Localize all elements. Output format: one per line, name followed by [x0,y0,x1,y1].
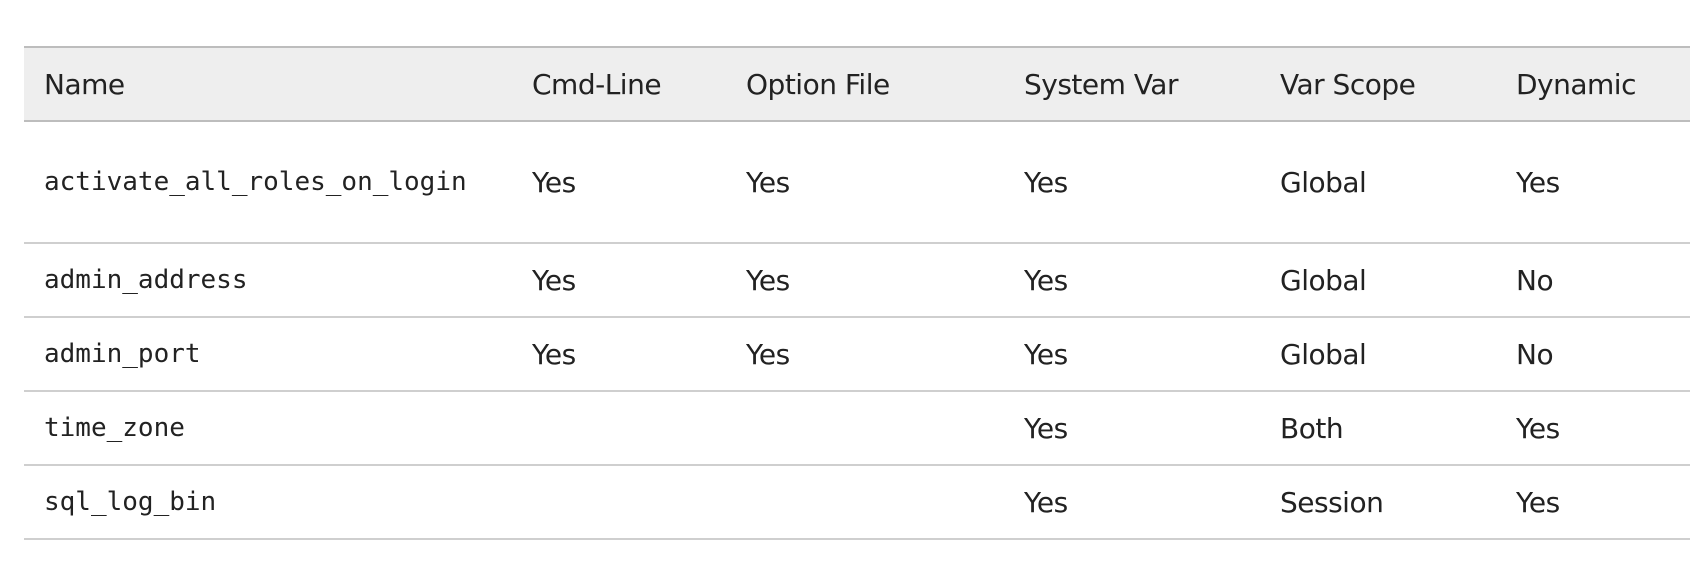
cell-option-file: Yes [746,165,790,199]
header-name: Name [44,67,125,101]
table-row: admin_port Yes Yes Yes Global No [24,317,1690,391]
cell-system-var: Yes [1024,485,1068,519]
cell-cmd-line: Yes [532,337,576,371]
table-row: admin_address Yes Yes Yes Global No [24,243,1690,317]
cell-cmd-line: Yes [532,263,576,297]
table-header: Name Cmd-Line Option File System Var Var… [24,47,1690,121]
cell-name: activate_all_roles_on_login [44,167,467,197]
cell-dynamic: Yes [1516,485,1560,519]
cell-option-file: Yes [746,337,790,371]
cell-option-file: Yes [746,263,790,297]
cell-var-scope: Global [1280,337,1367,371]
cell-cmd-line [512,391,726,465]
cell-dynamic: No [1516,263,1554,297]
cell-var-scope: Global [1280,263,1367,297]
cell-dynamic: Yes [1516,411,1560,445]
header-row: Name Cmd-Line Option File System Var Var… [24,47,1690,121]
cell-var-scope: Session [1280,485,1384,519]
table-row: sql_log_bin Yes Session Yes [24,465,1690,539]
header-option-file: Option File [746,67,890,101]
table-row: time_zone Yes Both Yes [24,391,1690,465]
cell-var-scope: Global [1280,165,1367,199]
cell-dynamic: Yes [1516,165,1560,199]
system-variables-table: Name Cmd-Line Option File System Var Var… [24,46,1690,540]
cell-system-var: Yes [1024,263,1068,297]
cell-name: admin_port [44,339,201,369]
cell-var-scope: Both [1280,411,1344,445]
cell-system-var: Yes [1024,411,1068,445]
cell-cmd-line [512,465,726,539]
cell-system-var: Yes [1024,337,1068,371]
cell-name: admin_address [44,265,248,295]
cell-option-file [726,391,1004,465]
cell-option-file [726,465,1004,539]
table-row: activate_all_roles_on_login Yes Yes Yes … [24,121,1690,243]
variables-table-container: Name Cmd-Line Option File System Var Var… [24,46,1690,540]
cell-system-var: Yes [1024,165,1068,199]
cell-cmd-line: Yes [532,165,576,199]
cell-name: sql_log_bin [44,487,217,517]
header-dynamic: Dynamic [1516,67,1636,101]
header-var-scope: Var Scope [1280,67,1416,101]
cell-name: time_zone [44,413,185,443]
table-body: activate_all_roles_on_login Yes Yes Yes … [24,121,1690,539]
header-cmd-line: Cmd-Line [532,67,662,101]
cell-dynamic: No [1516,337,1554,371]
header-system-var: System Var [1024,67,1178,101]
